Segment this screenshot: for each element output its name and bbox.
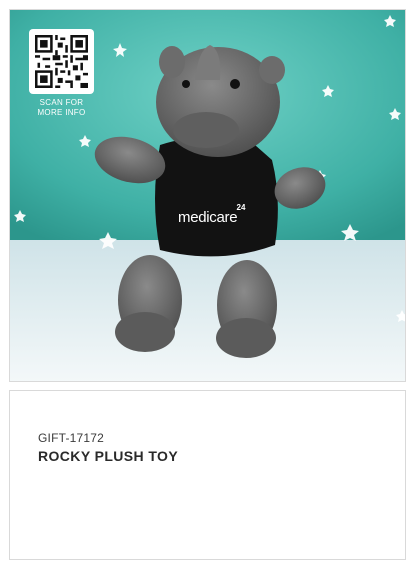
product-photo-card: SCAN FOR MORE INFO medicare 24 bbox=[9, 9, 406, 382]
shirt-logo-badge: 24 bbox=[236, 203, 246, 212]
qr-code[interactable] bbox=[29, 29, 94, 94]
product-info-card: GIFT-17172 ROCKY PLUSH TOY bbox=[9, 390, 406, 560]
product-name: ROCKY PLUSH TOY bbox=[38, 448, 179, 464]
shirt-logo-text: medicare bbox=[178, 209, 238, 226]
qr-caption: SCAN FOR MORE INFO bbox=[20, 98, 103, 118]
qr-caption-line2: MORE INFO bbox=[37, 108, 86, 117]
qr-caption-line1: SCAN FOR bbox=[39, 98, 84, 107]
product-code: GIFT-17172 bbox=[38, 431, 105, 445]
qr-code-icon bbox=[35, 35, 88, 88]
